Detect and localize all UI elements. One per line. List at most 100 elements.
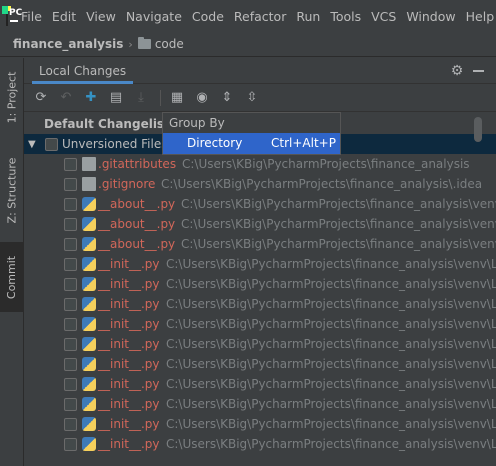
file-path: C:\Users\KBig\PycharmProjects\finance_an… bbox=[166, 297, 496, 311]
python-file-icon bbox=[82, 277, 96, 291]
vertical-scrollbar[interactable] bbox=[474, 117, 482, 142]
file-name: __init__.py bbox=[98, 297, 160, 311]
gitignore-file-icon bbox=[82, 177, 96, 191]
file-name: __init__.py bbox=[98, 337, 160, 351]
python-file-icon bbox=[82, 197, 96, 211]
stripe-tab-structure[interactable]: Z: Structure bbox=[0, 150, 24, 230]
popup-item-directory[interactable]: Directory Ctrl+Alt+P bbox=[163, 133, 340, 154]
stripe-tab-commit[interactable]: Commit bbox=[0, 242, 24, 312]
gear-icon[interactable]: ⚙ bbox=[450, 64, 464, 78]
file-checkbox[interactable] bbox=[64, 237, 77, 251]
file-path: C:\Users\KBig\PycharmProjects\finance_an… bbox=[166, 377, 496, 391]
expand-arrow-icon[interactable]: ▼ bbox=[28, 139, 38, 150]
file-checkbox[interactable] bbox=[64, 257, 77, 271]
menu-refactor[interactable]: Refactor bbox=[229, 9, 291, 24]
file-checkbox[interactable] bbox=[64, 377, 77, 391]
python-file-icon bbox=[82, 317, 96, 331]
file-row[interactable]: __init__.py C:\Users\KBig\PycharmProjects… bbox=[24, 254, 496, 274]
stripe-tab-project[interactable]: 1: Project bbox=[0, 62, 24, 132]
file-checkbox[interactable] bbox=[64, 357, 77, 371]
python-file-icon bbox=[82, 377, 96, 391]
breadcrumb-directory[interactable]: code bbox=[155, 37, 184, 51]
group-by-icon[interactable]: ▦ bbox=[166, 87, 188, 109]
menu-edit[interactable]: Edit bbox=[47, 9, 81, 24]
file-row[interactable]: __init__.py C:\Users\KBig\PycharmProjects… bbox=[24, 354, 496, 374]
minimize-icon[interactable] bbox=[473, 70, 484, 72]
file-row[interactable]: __about__.py C:\Users\KBig\PycharmProject… bbox=[24, 214, 496, 234]
git-file-icon bbox=[82, 157, 96, 171]
file-row[interactable]: __about__.py C:\Users\KBig\PycharmProject… bbox=[24, 234, 496, 254]
file-path: C:\Users\KBig\PycharmProjects\finance_an… bbox=[181, 237, 496, 251]
file-row[interactable]: __about__.py C:\Users\KBig\PycharmProject… bbox=[24, 194, 496, 214]
file-checkbox[interactable] bbox=[64, 437, 77, 451]
breadcrumb-project[interactable]: finance_analysis bbox=[13, 37, 123, 51]
file-row[interactable]: __init__.py C:\Users\KBig\PycharmProjects… bbox=[24, 314, 496, 334]
file-checkbox[interactable] bbox=[64, 317, 77, 331]
expand-all-icon[interactable]: ⇕ bbox=[216, 87, 238, 109]
file-checkbox[interactable] bbox=[64, 217, 77, 231]
file-path: C:\Users\KBig\PycharmProjects\finance_an… bbox=[166, 437, 496, 451]
file-row[interactable]: __init__.py C:\Users\KBig\PycharmProjects… bbox=[24, 334, 496, 354]
python-file-icon bbox=[82, 217, 96, 231]
file-row[interactable]: __init__.py C:\Users\KBig\PycharmProjects… bbox=[24, 274, 496, 294]
file-checkbox[interactable] bbox=[64, 337, 77, 351]
stripe-tab-structure-label: Z: Structure bbox=[5, 157, 19, 223]
file-row[interactable]: __init__.py C:\Users\KBig\PycharmProjects… bbox=[24, 434, 496, 454]
file-name: __about__.py bbox=[98, 217, 176, 231]
toolbar-separator bbox=[160, 89, 161, 106]
file-path: C:\Users\KBig\PycharmProjects\finance_an… bbox=[166, 337, 496, 351]
menu-navigate[interactable]: Navigate bbox=[121, 9, 187, 24]
menu-bar: PC File Edit View Navigate Code Refactor… bbox=[0, 0, 496, 32]
menu-vcs[interactable]: VCS bbox=[366, 9, 401, 24]
folder-icon bbox=[137, 37, 151, 49]
tool-window-header: Local Changes ⚙ bbox=[24, 58, 496, 84]
popup-item-label: Directory bbox=[187, 136, 243, 150]
unversioned-checkbox[interactable] bbox=[45, 137, 58, 151]
menu-help[interactable]: Help bbox=[461, 9, 496, 24]
changelist-label: Default Changelist bbox=[44, 117, 170, 131]
refresh-icon[interactable]: ⟳ bbox=[30, 87, 52, 109]
python-file-icon bbox=[82, 337, 96, 351]
stripe-tab-project-label: 1: Project bbox=[5, 71, 19, 123]
file-row[interactable]: __init__.py C:\Users\KBig\PycharmProjects… bbox=[24, 394, 496, 414]
file-row[interactable]: .gitattributes C:\Users\KBig\PycharmProje… bbox=[24, 154, 496, 174]
tab-local-changes[interactable]: Local Changes bbox=[32, 58, 134, 84]
file-name: __init__.py bbox=[98, 257, 160, 271]
breadcrumb: finance_analysis › code bbox=[0, 32, 496, 57]
file-path: C:\Users\KBig\PycharmProjects\finance_an… bbox=[166, 257, 496, 271]
group-by-popup: Group By Directory Ctrl+Alt+P bbox=[162, 112, 341, 155]
python-file-icon bbox=[82, 437, 96, 451]
collapse-all-icon[interactable]: ⇳ bbox=[241, 87, 263, 109]
shelve-icon[interactable]: ⤓ bbox=[130, 87, 152, 109]
file-row[interactable]: __init__.py C:\Users\KBig\PycharmProjects… bbox=[24, 374, 496, 394]
file-name: __init__.py bbox=[98, 377, 160, 391]
file-path: C:\Users\KBig\PycharmProjects\finance_an… bbox=[166, 357, 496, 371]
menu-view[interactable]: View bbox=[81, 9, 121, 24]
pycharm-logo-icon: PC bbox=[2, 6, 22, 26]
left-tool-stripe: 1: Project Z: Structure Commit bbox=[0, 58, 24, 466]
file-row[interactable]: __init__.py C:\Users\KBig\PycharmProjects… bbox=[24, 414, 496, 434]
unversioned-files-label: Unversioned Files bbox=[62, 137, 168, 151]
changelists-icon[interactable]: ▤ bbox=[105, 87, 127, 109]
file-path: C:\Users\KBig\PycharmProjects\finance_an… bbox=[181, 197, 496, 211]
menu-tools[interactable]: Tools bbox=[325, 9, 366, 24]
file-checkbox[interactable] bbox=[64, 157, 77, 171]
menu-window[interactable]: Window bbox=[401, 9, 460, 24]
file-checkbox[interactable] bbox=[64, 197, 77, 211]
rollback-icon[interactable]: ↶ bbox=[55, 87, 77, 109]
file-name: .gitattributes bbox=[98, 157, 177, 171]
python-file-icon bbox=[82, 237, 96, 251]
eye-icon[interactable]: ◉ bbox=[191, 87, 213, 109]
file-checkbox[interactable] bbox=[64, 417, 77, 431]
file-checkbox[interactable] bbox=[64, 297, 77, 311]
menu-run[interactable]: Run bbox=[291, 9, 325, 24]
menu-code[interactable]: Code bbox=[187, 9, 229, 24]
file-checkbox[interactable] bbox=[64, 277, 77, 291]
diff-icon[interactable]: ✚ bbox=[80, 87, 102, 109]
file-row[interactable]: .gitignore C:\Users\KBig\PycharmProjects\… bbox=[24, 174, 496, 194]
file-checkbox[interactable] bbox=[64, 177, 77, 191]
file-path: C:\Users\KBig\PycharmProjects\finance_an… bbox=[166, 277, 496, 291]
file-row[interactable]: __init__.py C:\Users\KBig\PycharmProjects… bbox=[24, 294, 496, 314]
file-checkbox[interactable] bbox=[64, 397, 77, 411]
file-path: C:\Users\KBig\PycharmProjects\finance_an… bbox=[166, 397, 496, 411]
